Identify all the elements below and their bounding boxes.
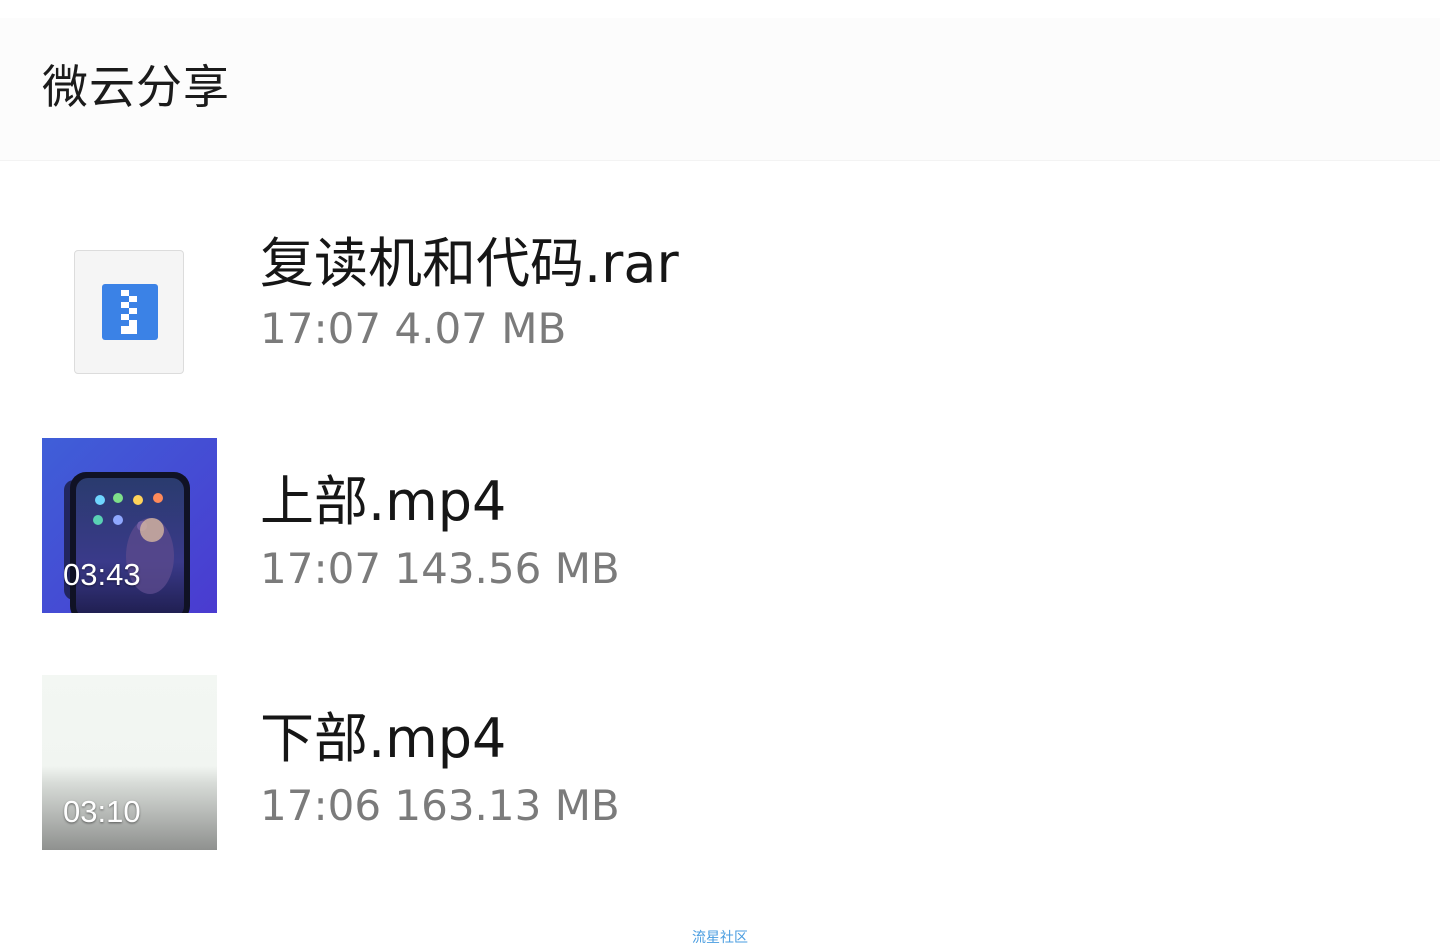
file-name: 下部.mp4 [260,707,507,770]
page-title: 微云分享 [42,60,230,114]
video-duration: 03:43 [63,557,141,592]
file-thumbnail [42,218,217,393]
page: 微云分享 复读机和代码.rar 17:07 4.07 MB 03:43 上部.m… [0,0,1440,948]
file-meta: 17:06 163.13 MB [260,781,620,830]
file-thumbnail: 03:43 [42,438,217,613]
list-item-file-rar[interactable]: 复读机和代码.rar 17:07 4.07 MB [0,218,1440,418]
list-item-file-video[interactable]: 03:10 下部.mp4 17:06 163.13 MB [0,675,1440,875]
file-name: 复读机和代码.rar [260,232,679,295]
list-item-file-video[interactable]: 03:43 上部.mp4 17:07 143.56 MB [0,438,1440,638]
watermark-text: 流星社区 [692,930,748,946]
file-meta: 17:07 4.07 MB [260,304,567,353]
archive-icon [102,284,158,340]
file-thumbnail: 03:10 [42,675,217,850]
app-header: 微云分享 [0,18,1440,161]
video-duration: 03:10 [63,794,141,829]
file-meta: 17:07 143.56 MB [260,544,620,593]
file-name: 上部.mp4 [260,470,507,533]
archive-tile [74,250,184,374]
